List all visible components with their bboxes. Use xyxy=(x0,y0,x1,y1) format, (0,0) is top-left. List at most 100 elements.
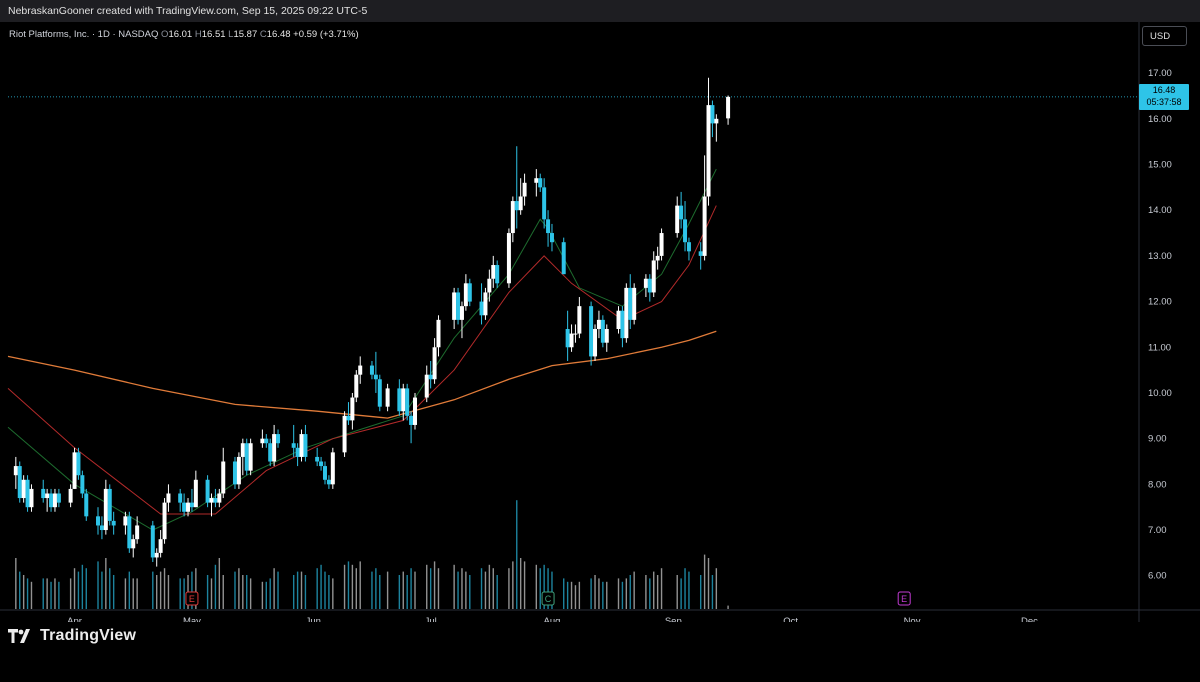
candle xyxy=(651,251,656,298)
volume-bar xyxy=(406,575,408,609)
candle xyxy=(99,516,104,540)
candle xyxy=(303,424,308,462)
candle xyxy=(487,269,492,302)
candle-body xyxy=(41,488,46,499)
candle-body xyxy=(491,265,496,279)
candle xyxy=(593,324,598,361)
volume-bar xyxy=(653,571,655,609)
candle-body xyxy=(96,516,101,526)
volume-bar xyxy=(371,571,373,609)
candle xyxy=(264,434,269,448)
volume-bar xyxy=(649,578,651,609)
volume-bar xyxy=(519,558,522,609)
candle xyxy=(647,274,652,302)
candle-body xyxy=(213,498,218,503)
volume-bar xyxy=(660,568,663,609)
candle xyxy=(538,173,543,192)
candle xyxy=(154,548,159,567)
candle xyxy=(342,411,347,457)
candle-body xyxy=(260,438,265,444)
y-tick-label: 12.00 xyxy=(1148,297,1172,308)
candle xyxy=(432,338,437,384)
volume-bar xyxy=(15,558,17,609)
candle-body xyxy=(84,493,89,517)
volume-bar xyxy=(656,575,659,609)
candle xyxy=(248,438,253,476)
volume-bar xyxy=(97,561,99,609)
volume-bar xyxy=(426,564,428,609)
candles-layer xyxy=(13,77,731,567)
candle-body xyxy=(25,479,30,508)
volume-bar xyxy=(316,568,318,609)
volume-bar xyxy=(535,564,538,609)
candle xyxy=(573,324,578,343)
candle xyxy=(52,488,57,512)
candle-body xyxy=(569,333,574,348)
candle-body xyxy=(268,443,273,462)
volume-bar xyxy=(437,568,440,609)
y-tick-label: 16.00 xyxy=(1148,114,1172,125)
candle-body xyxy=(452,292,457,320)
y-tick-label: 9.00 xyxy=(1148,434,1167,445)
candle-body xyxy=(166,493,171,503)
volume-bar xyxy=(480,568,483,609)
volume-bar xyxy=(429,568,432,609)
candle-body xyxy=(479,301,484,316)
volume-bar xyxy=(163,568,166,609)
candle xyxy=(397,379,402,416)
candle xyxy=(276,429,281,448)
moving-averages-layer xyxy=(7,168,717,531)
candle xyxy=(436,315,441,357)
candle-body xyxy=(99,525,104,531)
candle xyxy=(358,356,363,384)
candle xyxy=(549,223,554,252)
candle xyxy=(373,351,378,393)
candle-body xyxy=(189,502,194,508)
last-price-value: 16.48 xyxy=(1152,84,1176,95)
chart-pane[interactable]: 6.00 7.00 8.00 9.00 10.00 11.00 12.00 13.00 14.0… xyxy=(0,22,1200,682)
candle-body xyxy=(76,452,81,476)
candle-body xyxy=(295,447,300,457)
candle xyxy=(604,324,609,352)
candle-body xyxy=(244,443,249,471)
volume-bar xyxy=(54,578,56,609)
candle-body xyxy=(56,493,61,503)
volume-bar xyxy=(214,564,217,609)
candle xyxy=(162,498,167,544)
x-tick-label: Apr xyxy=(67,616,82,622)
candle xyxy=(546,210,551,247)
candle-body xyxy=(13,466,18,476)
y-tick-label: 14.00 xyxy=(1148,205,1172,216)
currency-button[interactable]: USD xyxy=(1142,26,1187,46)
candle xyxy=(322,461,327,485)
candle xyxy=(569,324,574,352)
candle-body xyxy=(236,456,241,485)
candle-body xyxy=(397,388,402,412)
candle xyxy=(72,447,77,489)
candle xyxy=(76,447,81,480)
candle xyxy=(479,283,484,325)
candle-body xyxy=(186,502,191,512)
candle-body xyxy=(405,388,410,416)
moving-average-line xyxy=(7,330,717,419)
candle xyxy=(205,475,210,508)
candle-body xyxy=(373,374,378,380)
volume-bar xyxy=(602,581,604,609)
candle-body xyxy=(632,287,637,320)
volume-bar xyxy=(410,568,412,609)
earnings-marker-label: C xyxy=(545,594,552,604)
candle-body xyxy=(483,292,488,316)
candle-body xyxy=(487,278,492,293)
legend-high-label: H xyxy=(194,29,202,40)
volume-bar xyxy=(574,585,577,609)
candle-body xyxy=(131,539,136,549)
tradingview-brand[interactable]: TradingView xyxy=(8,627,136,645)
candle-body xyxy=(401,388,406,412)
price-chart[interactable]: 6.00 7.00 8.00 9.00 10.00 11.00 12.00 13.00 14.0… xyxy=(0,22,1200,622)
candle xyxy=(483,287,488,320)
volume-bar xyxy=(386,571,389,609)
volume-bar xyxy=(516,500,518,609)
volume-bar xyxy=(159,571,162,609)
candle-body xyxy=(21,479,26,499)
candle xyxy=(495,260,500,288)
